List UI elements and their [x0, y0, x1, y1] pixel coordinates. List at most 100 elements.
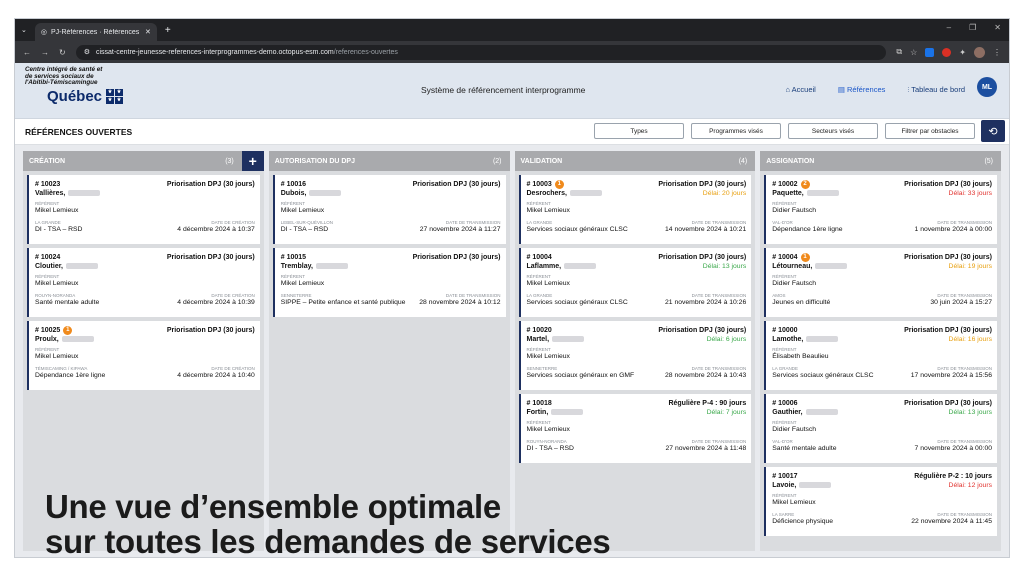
address-bar[interactable]: ⚙ cissat-centre-jeunesse-references-inte… [75, 44, 887, 60]
extension-icon[interactable] [942, 47, 952, 57]
redacted-name [68, 190, 101, 197]
filter-types-button[interactable]: Types [594, 123, 684, 139]
reference-id: # 10017 [772, 473, 798, 480]
browser-menu-icon[interactable]: ⋮ [993, 48, 1001, 57]
column-count: (2) [492, 157, 502, 165]
priority-type: Priorisation DPJ (30 jours) [166, 327, 255, 334]
nav-references[interactable]: ▤ Références [838, 85, 886, 95]
reference-card[interactable]: # 10006 Priorisation DPJ (30 jours) Gaut… [764, 394, 997, 463]
reload-icon[interactable]: ↻ [59, 48, 66, 57]
reference-card[interactable]: # 10000 Priorisation DPJ (30 jours) Lamo… [764, 321, 997, 390]
reset-filters-icon[interactable]: ⟲ [981, 120, 1005, 142]
url-host: cissat-centre-jeunesse-references-interp… [95, 48, 334, 56]
add-reference-button[interactable]: + [241, 151, 264, 171]
reference-id: # 10018 [526, 400, 552, 407]
referent-name: Didier Fautsch [772, 280, 817, 287]
redacted-name [799, 482, 832, 489]
reference-id: # 10024 [35, 254, 61, 261]
program-name: DI - TSA – RSD [280, 226, 329, 233]
filter-obstacles-button[interactable]: Filtrer par obstacles [885, 123, 975, 139]
restore-icon[interactable]: ❐ [969, 23, 976, 32]
forward-icon[interactable]: → [41, 48, 49, 57]
browser-toolbar: ← → ↻ ⚙ cissat-centre-jeunesse-reference… [15, 41, 1009, 63]
reference-date: 7 novembre 2024 à 00:00 [914, 445, 992, 452]
reference-date: 28 novembre 2024 à 10:12 [419, 299, 501, 306]
delay-indicator: Délai: 7 jours [706, 409, 747, 416]
client-name: Dubois, [280, 190, 307, 197]
site-info-icon[interactable]: ⚙ [84, 48, 90, 56]
column-count: (3) [225, 157, 234, 165]
document-icon: ▤ [837, 85, 845, 94]
user-avatar[interactable]: ML [977, 77, 997, 97]
install-icon[interactable]: ⧉ [896, 47, 902, 57]
page-title: RÉFÉRENCES OUVERTES [25, 126, 133, 137]
redacted-name [309, 190, 342, 197]
column-title: ASSIGNATION [766, 157, 815, 165]
reference-card[interactable]: # 10004 1 Priorisation DPJ (30 jours) Lét… [764, 248, 997, 317]
referent-name: Mikel Lemieux [526, 353, 570, 360]
reference-card[interactable]: # 10024 Priorisation DPJ (30 jours) Clou… [27, 248, 260, 317]
column-header: VALIDATION (4) [514, 151, 756, 171]
priority-type: Priorisation DPJ (30 jours) [904, 254, 992, 261]
caption-line-1: Une vue d’ensemble optimale [45, 488, 501, 525]
reference-card[interactable]: # 10025 1 Priorisation DPJ (30 jours) Pro… [27, 321, 260, 390]
profile-avatar-icon[interactable] [974, 46, 985, 58]
reference-card[interactable]: # 10002 2 Priorisation DPJ (30 jours) Paq… [764, 175, 997, 244]
reference-date: 28 novembre 2024 à 10:43 [665, 372, 747, 379]
browser-tab[interactable]: ◎ PJ-Références · Références ouv ✕ [34, 23, 157, 41]
reference-card[interactable]: # 10023 Priorisation DPJ (30 jours) Vall… [27, 175, 260, 244]
obstacle-badge: 1 [554, 180, 564, 189]
minimize-icon[interactable]: – [947, 23, 951, 32]
tab-menu-icon[interactable]: ⌄ [21, 26, 27, 34]
reference-id: # 10004 [526, 254, 552, 261]
delay-indicator: Délai: 13 jours [948, 409, 992, 416]
referent-name: Mikel Lemieux [526, 207, 570, 214]
extensions-puzzle-icon[interactable]: ✦ [959, 48, 966, 57]
reference-card[interactable]: # 10020 Priorisation DPJ (30 jours) Mart… [518, 321, 752, 390]
redacted-name [551, 409, 584, 416]
reference-date: 21 novembre 2024 à 10:26 [665, 299, 747, 306]
close-tab-icon[interactable]: ✕ [145, 28, 151, 36]
nav-accueil[interactable]: ⌂ Accueil [785, 85, 815, 95]
reference-date: 1 novembre 2024 à 00:00 [914, 226, 992, 233]
reference-id: # 10006 [772, 400, 798, 407]
client-name: Gauthier, [772, 409, 803, 416]
reference-card[interactable]: # 10004 Priorisation DPJ (30 jours) Lafl… [518, 248, 752, 317]
url-path: /references-ouvertes [333, 48, 398, 56]
client-name: Lamothe, [772, 336, 804, 343]
extension-icon[interactable] [925, 47, 935, 57]
program-name: Santé mentale adulte [35, 299, 100, 306]
reference-date: 30 juin 2024 à 15:27 [930, 299, 992, 306]
reference-card[interactable]: # 10018 Régulière P-4 : 90 jours Fortin,… [518, 394, 752, 463]
reference-card[interactable]: # 10015 Priorisation DPJ (30 jours) Trem… [272, 248, 506, 317]
back-icon[interactable]: ← [23, 48, 31, 57]
column-title: CRÉATION [29, 157, 66, 165]
new-tab-icon[interactable]: + [165, 25, 171, 36]
favicon-icon: ◎ [40, 29, 47, 36]
referent-name: Didier Fautsch [772, 207, 817, 214]
redacted-name [552, 336, 585, 343]
reference-card[interactable]: # 10003 1 Priorisation DPJ (30 jours) Des… [518, 175, 752, 244]
filter-bar: Types Programmes visés Secteurs visés Fi… [594, 123, 975, 139]
close-window-icon[interactable]: ✕ [994, 23, 1001, 32]
redacted-name [564, 263, 597, 270]
delay-indicator: Délai: 16 jours [948, 336, 992, 343]
browser-tab-title: PJ-Références · Références ouv [50, 28, 141, 36]
delay-indicator: Délai: 12 jours [948, 482, 992, 489]
reference-card[interactable]: # 10016 Priorisation DPJ (30 jours) Dubo… [272, 175, 506, 244]
priority-type: Priorisation DPJ (30 jours) [658, 181, 747, 188]
filter-programmes-button[interactable]: Programmes visés [691, 123, 781, 139]
obstacle-badge: 1 [800, 253, 810, 262]
reference-card[interactable]: # 10017 Régulière P-2 : 10 jours Lavoie,… [764, 467, 997, 536]
redacted-name [66, 263, 99, 270]
filter-secteurs-button[interactable]: Secteurs visés [788, 123, 878, 139]
priority-type: Régulière P-2 : 10 jours [914, 473, 992, 480]
priority-type: Priorisation DPJ (30 jours) [412, 181, 501, 188]
bookmark-star-icon[interactable]: ☆ [910, 48, 917, 57]
window-controls: – ❐ ✕ [947, 23, 1001, 32]
program-name: Jeunes en difficulté [772, 299, 831, 306]
referent-name: Mikel Lemieux [772, 499, 816, 506]
extensions-area: ⧉ ☆ ✦ ⋮ [896, 46, 1001, 58]
nav-tableau-de-bord[interactable]: ⫶ Tableau de bord [907, 85, 965, 95]
reference-id: # 10000 [772, 327, 798, 334]
